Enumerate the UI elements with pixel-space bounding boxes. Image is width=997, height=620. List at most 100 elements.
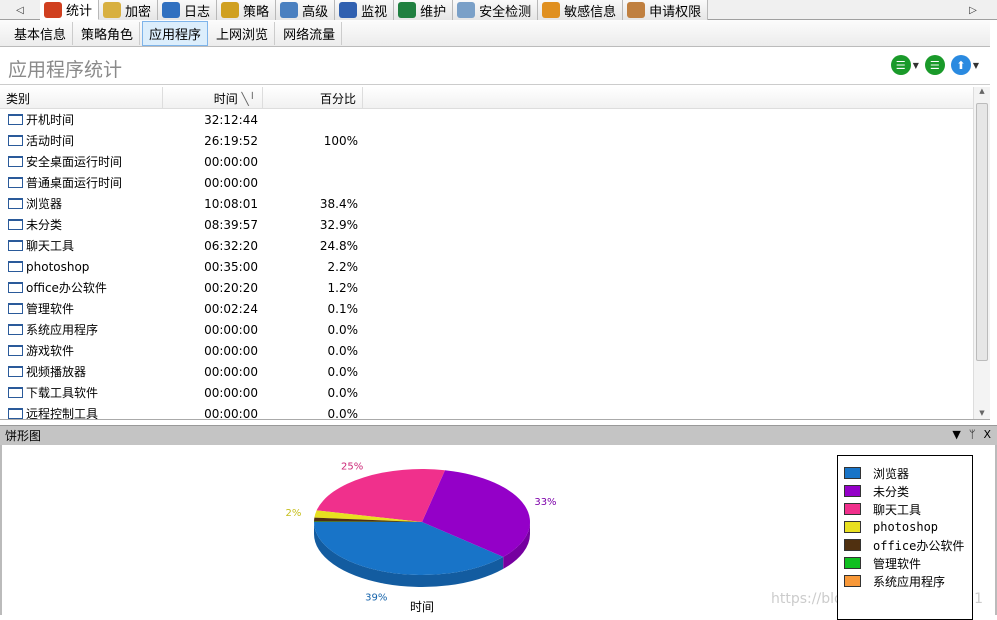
category-cell: 管理软件 bbox=[26, 300, 74, 317]
table-row[interactable]: office办公软件00:20:201.2% bbox=[0, 277, 990, 298]
legend-swatch bbox=[844, 575, 861, 587]
table-row[interactable]: 下载工具软件00:00:000.0% bbox=[0, 382, 990, 403]
scroll-up-icon[interactable]: ▲ bbox=[974, 87, 990, 95]
table-row[interactable]: 远程控制工具00:00:000.0% bbox=[0, 403, 990, 420]
table-row[interactable]: photoshop00:35:002.2% bbox=[0, 256, 990, 277]
percent-cell: 0.0% bbox=[263, 323, 363, 337]
percent-cell: 0.0% bbox=[263, 407, 363, 421]
time-cell: 00:20:20 bbox=[163, 281, 263, 295]
header-time[interactable]: 时间 ╲╵ bbox=[163, 87, 263, 108]
pie-data-label: 25% bbox=[341, 462, 363, 473]
window-icon bbox=[8, 156, 23, 167]
tab-8[interactable]: 敏感信息 bbox=[538, 0, 623, 20]
toolbar: ☰▼ ☰ ⬆▼ bbox=[891, 55, 979, 75]
panel-pin-button[interactable]: ᛘ bbox=[969, 428, 976, 441]
category-cell: 系统应用程序 bbox=[26, 321, 98, 338]
page-title: 应用程序统计 bbox=[8, 55, 122, 82]
tab-scroll-left-button[interactable]: ◁ bbox=[0, 0, 40, 20]
export-up-button[interactable]: ⬆ bbox=[951, 55, 971, 75]
log-stack-icon bbox=[162, 2, 180, 18]
main-tab-bar: ◁ 统计加密日志策略高级 监视 维护安全检测敏感信息申请权限 ▷ bbox=[0, 0, 997, 20]
tab-9[interactable]: 申请权限 bbox=[623, 0, 708, 20]
panel-close-button[interactable]: X bbox=[983, 428, 991, 441]
time-cell: 00:35:00 bbox=[163, 260, 263, 274]
chart-legend: 浏览器未分类聊天工具photoshopoffice办公软件管理软件系统应用程序 bbox=[837, 455, 973, 620]
tab-1[interactable]: 加密 bbox=[99, 0, 158, 20]
table-row[interactable]: 游戏软件00:00:000.0% bbox=[0, 340, 990, 361]
legend-label: office办公软件 bbox=[873, 537, 964, 554]
tab-2[interactable]: 日志 bbox=[158, 0, 217, 20]
category-cell: 浏览器 bbox=[26, 195, 62, 212]
subtab-2[interactable]: 应用程序 bbox=[142, 21, 208, 46]
category-cell: 安全桌面运行时间 bbox=[26, 153, 122, 170]
legend-label: 管理软件 bbox=[873, 555, 921, 572]
tab-0[interactable]: 统计 bbox=[40, 0, 99, 20]
percent-cell: 38.4% bbox=[263, 197, 363, 211]
table-row[interactable]: 聊天工具06:32:2024.8% bbox=[0, 235, 990, 256]
category-cell: 远程控制工具 bbox=[26, 405, 98, 420]
tab-3[interactable]: 策略 bbox=[217, 0, 276, 20]
list-view-button[interactable]: ☰ bbox=[891, 55, 911, 75]
legend-swatch bbox=[844, 539, 861, 551]
legend-item: 浏览器 bbox=[844, 464, 972, 482]
scroll-down-icon[interactable]: ▼ bbox=[974, 409, 990, 417]
chevron-down-icon[interactable]: ▼ bbox=[913, 61, 919, 70]
percent-cell: 24.8% bbox=[263, 239, 363, 253]
panel-menu-button[interactable]: ▼ bbox=[952, 428, 960, 441]
window-icon bbox=[8, 345, 23, 356]
tab-4[interactable]: 高级 bbox=[276, 0, 335, 20]
window-icon bbox=[8, 198, 23, 209]
app-stats-table: 类别 时间 ╲╵ 百分比 开机时间32:12:44活动时间26:19:52100… bbox=[0, 84, 990, 420]
category-cell: 聊天工具 bbox=[26, 237, 74, 254]
window-icon bbox=[8, 135, 23, 146]
tab-label: 维护 bbox=[420, 1, 446, 20]
table-row[interactable]: 管理软件00:02:240.1% bbox=[0, 298, 990, 319]
tab-5[interactable]: 监视 bbox=[335, 0, 394, 20]
window-icon bbox=[8, 366, 23, 377]
percent-cell: 100% bbox=[263, 134, 363, 148]
percent-cell: 0.0% bbox=[263, 344, 363, 358]
category-cell: 视频播放器 bbox=[26, 363, 86, 380]
header-percent[interactable]: 百分比 bbox=[263, 87, 363, 108]
header-category[interactable]: 类别 bbox=[0, 87, 163, 108]
table-row[interactable]: 普通桌面运行时间00:00:00 bbox=[0, 172, 990, 193]
window-icon bbox=[8, 114, 23, 125]
table-row[interactable]: 开机时间32:12:44 bbox=[0, 109, 990, 130]
percent-cell: 2.2% bbox=[263, 260, 363, 274]
time-cell: 00:00:00 bbox=[163, 323, 263, 337]
legend-swatch bbox=[844, 485, 861, 497]
table-row[interactable]: 未分类08:39:5732.9% bbox=[0, 214, 990, 235]
table-row[interactable]: 活动时间26:19:52100% bbox=[0, 130, 990, 151]
time-cell: 32:12:44 bbox=[163, 113, 263, 127]
subtab-0[interactable]: 基本信息 bbox=[8, 22, 73, 45]
chevron-down-icon[interactable]: ▼ bbox=[973, 61, 979, 70]
pie-panel-header: 饼形图 ▼ ᛘ X bbox=[0, 425, 997, 445]
legend-swatch bbox=[844, 503, 861, 515]
policy-gear-icon bbox=[221, 2, 239, 18]
legend-label: photoshop bbox=[873, 520, 938, 534]
subtab-1[interactable]: 策略角色 bbox=[75, 22, 140, 45]
scrollbar-thumb[interactable] bbox=[976, 103, 988, 361]
tab-7[interactable]: 安全检测 bbox=[453, 0, 538, 20]
percent-cell: 32.9% bbox=[263, 218, 363, 232]
time-cell: 00:00:00 bbox=[163, 386, 263, 400]
category-cell: office办公软件 bbox=[26, 279, 107, 296]
legend-label: 系统应用程序 bbox=[873, 573, 945, 590]
subtab-4[interactable]: 网络流量 bbox=[277, 22, 342, 45]
legend-label: 未分类 bbox=[873, 483, 909, 500]
table-row[interactable]: 视频播放器00:00:000.0% bbox=[0, 361, 990, 382]
percent-cell: 0.1% bbox=[263, 302, 363, 316]
table-row[interactable]: 安全桌面运行时间00:00:00 bbox=[0, 151, 990, 172]
time-cell: 00:00:00 bbox=[163, 344, 263, 358]
sub-tab-bar: 基本信息策略角色应用程序上网浏览网络流量 bbox=[0, 20, 990, 47]
tab-scroll-right-button[interactable]: ▷ bbox=[963, 0, 983, 20]
tab-6[interactable]: 维护 bbox=[394, 0, 453, 20]
list-details-button[interactable]: ☰ bbox=[925, 55, 945, 75]
table-row[interactable]: 系统应用程序 00:00:000.0% bbox=[0, 319, 990, 340]
table-row[interactable]: 浏览器10:08:0138.4% bbox=[0, 193, 990, 214]
advanced-user-icon bbox=[280, 2, 298, 18]
vertical-scrollbar[interactable]: ▲ ▼ bbox=[973, 87, 990, 419]
tab-label: 监视 bbox=[361, 1, 387, 20]
subtab-3[interactable]: 上网浏览 bbox=[210, 22, 275, 45]
x-axis-label: 时间 bbox=[410, 600, 434, 614]
